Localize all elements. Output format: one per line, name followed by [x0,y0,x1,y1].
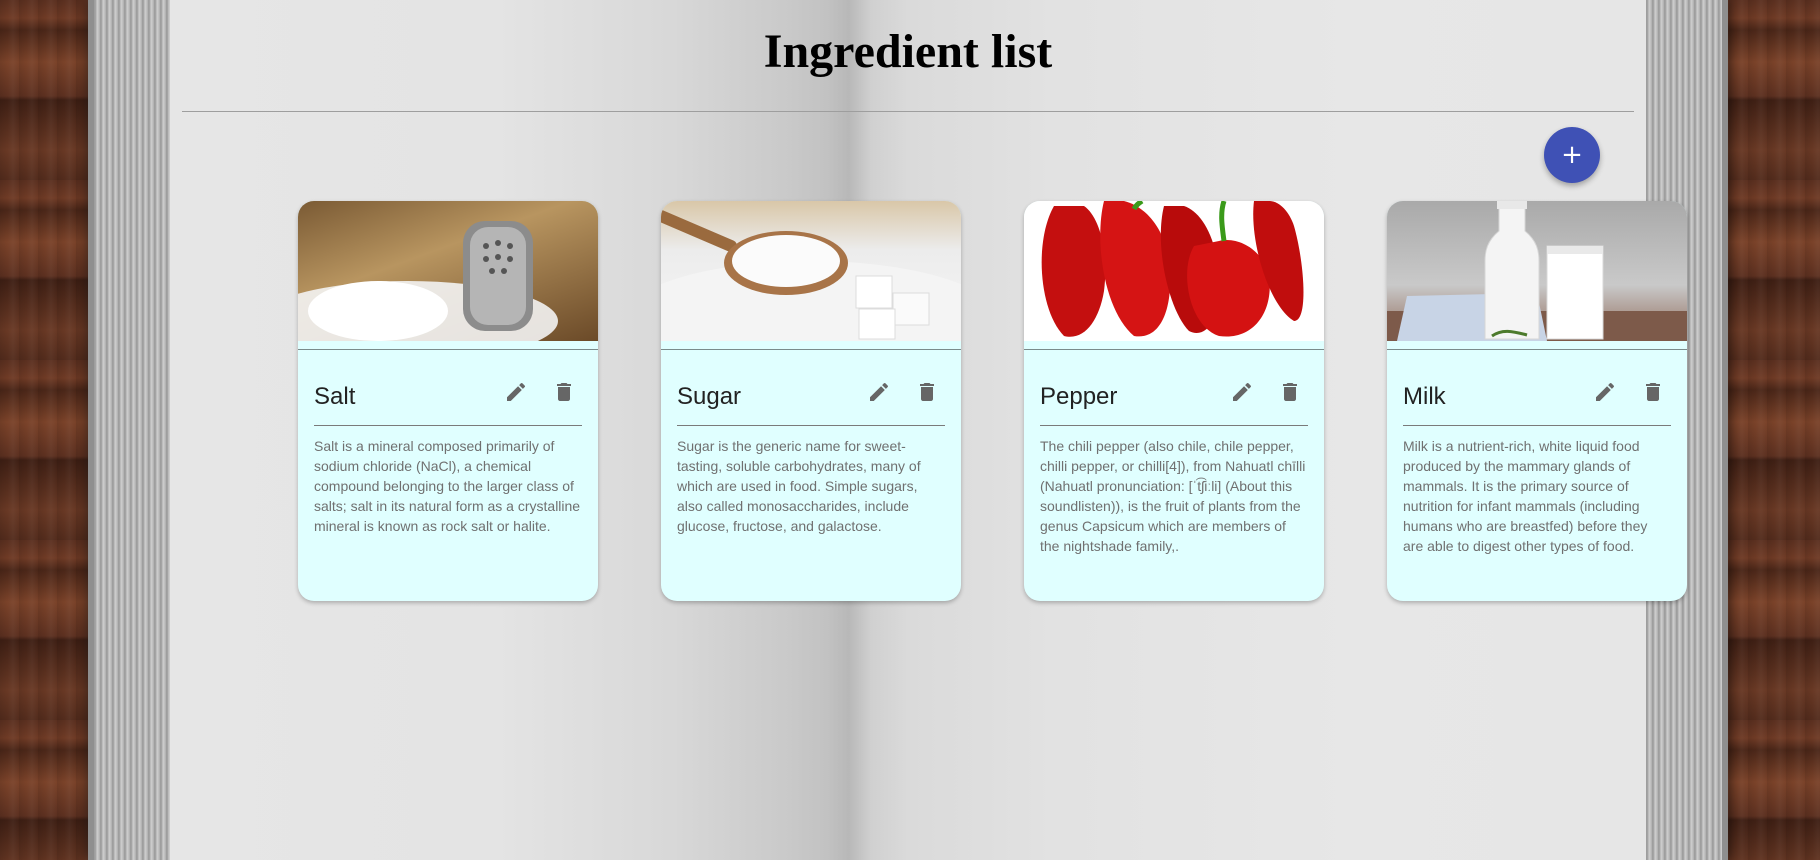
card-header: Pepper [1040,350,1308,426]
delete-button[interactable] [915,380,939,404]
ingredient-name: Milk [1403,383,1446,410]
trash-icon [557,383,571,401]
salt-image [298,201,598,341]
edit-button[interactable] [867,380,891,404]
add-ingredient-button[interactable]: + [1544,127,1600,183]
trash-icon [1646,383,1660,401]
edit-button[interactable] [1230,380,1254,404]
pencil-icon [870,382,889,401]
pencil-icon [1596,382,1615,401]
edit-button[interactable] [1593,380,1617,404]
pencil-icon [507,382,526,401]
book: Ingredient list + Salt Salt is a mineral… [88,0,1728,860]
ingredient-description: Salt is a mineral composed primarily of … [314,438,581,534]
book-page-edges-left [88,0,170,860]
ingredient-card-pepper: Pepper The chili pepper (also chile, chi… [1024,201,1324,601]
delete-button[interactable] [552,380,576,404]
sugar-image [661,201,961,341]
card-header: Milk [1403,350,1671,426]
pencil-icon [1233,382,1252,401]
book-page: Ingredient list + Salt Salt is a mineral… [170,0,1687,860]
edit-button[interactable] [504,380,528,404]
ingredient-description: Sugar is the generic name for sweet-tast… [677,438,921,534]
title-divider [182,111,1634,112]
card-header: Salt [314,350,582,426]
milk-image [1387,201,1687,341]
trash-icon [920,383,934,401]
pepper-image [1024,201,1324,341]
trash-icon [1283,383,1297,401]
ingredient-card-sugar: Sugar Sugar is the generic name for swee… [661,201,961,601]
ingredient-name: Pepper [1040,383,1118,410]
page-title: Ingredient list [763,25,1053,78]
ingredient-name: Sugar [677,383,742,410]
ingredient-card-milk: Milk Milk is a nutrient-rich, white liqu… [1387,201,1687,601]
ingredient-name: Salt [314,383,356,410]
ingredient-description: Milk is a nutrient-rich, white liquid fo… [1403,438,1648,554]
delete-button[interactable] [1641,380,1665,404]
delete-button[interactable] [1278,380,1302,404]
card-header: Sugar [677,350,945,426]
ingredient-description: The chili pepper (also chile, chile pepp… [1040,438,1306,554]
ingredient-card-salt: Salt Salt is a mineral composed primaril… [298,201,598,601]
